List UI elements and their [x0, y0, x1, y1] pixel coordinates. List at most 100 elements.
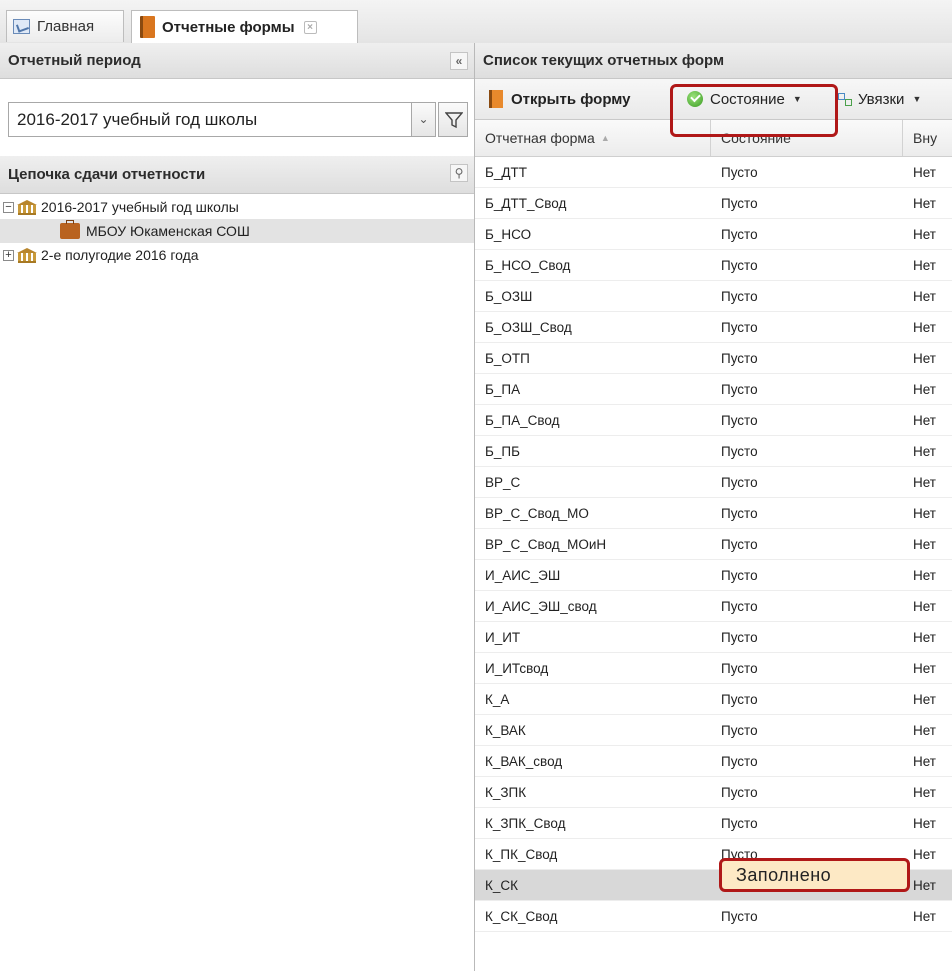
table-cell-ext: Нет [913, 784, 936, 800]
table-cell-form: Б_НСО [485, 226, 532, 242]
column-header-ext[interactable]: Вну [903, 120, 952, 156]
table-cell-state: Пусто [721, 443, 758, 459]
tree-item[interactable]: МБОУ Юкаменская СОШ [0, 219, 474, 243]
table-cell-ext: Нет [913, 753, 936, 769]
close-icon[interactable]: × [303, 20, 317, 34]
tree-item[interactable]: − 2016-2017 учебный год школы [0, 195, 474, 219]
binoculars-icon[interactable]: ⚲ [450, 164, 468, 182]
table-row[interactable]: Б_ПБ Пусто Нет [475, 436, 952, 467]
expand-tree-icon[interactable]: + [3, 249, 14, 261]
collapse-left-button[interactable]: « [450, 52, 468, 70]
table-cell-form: ВР_С_Свод_МО [485, 505, 589, 521]
table-cell-ext: Нет [913, 629, 936, 645]
table-cell-form: Б_ДТТ_Свод [485, 195, 567, 211]
table-cell-state: Пусто [721, 350, 758, 366]
table-cell-ext: Нет [913, 722, 936, 738]
table-row[interactable]: Б_ОТП Пусто Нет [475, 343, 952, 374]
table-cell-state: Пусто [721, 598, 758, 614]
table-cell-ext: Нет [913, 815, 936, 831]
filter-icon [445, 112, 463, 129]
tab-report-forms[interactable]: Отчетные формы × [131, 10, 358, 43]
table-cell-form: К_СК_Свод [485, 908, 558, 924]
table-cell-form: ВР_С_Свод_МОиН [485, 536, 607, 552]
table-row[interactable]: К_ВАК_свод Пусто Нет [475, 746, 952, 777]
table-row[interactable]: ВР_С Пусто Нет [475, 467, 952, 498]
table-row[interactable]: Б_ОЗШ_Свод Пусто Нет [475, 312, 952, 343]
table-cell-form: Б_ПА [485, 381, 521, 397]
table-row[interactable]: К_А Пусто Нет [475, 684, 952, 715]
table-row[interactable]: И_АИС_ЭШ Пусто Нет [475, 560, 952, 591]
table-row[interactable]: Б_ДТТ_Свод Пусто Нет [475, 188, 952, 219]
table-cell-state: Пусто [721, 505, 758, 521]
book-icon [140, 16, 155, 38]
table-cell-ext: Нет [913, 257, 936, 273]
table-cell-form: И_ИТсвод [485, 660, 549, 676]
table-row[interactable]: Б_ДТТ Пусто Нет [475, 157, 952, 188]
form-icon [489, 90, 503, 108]
table-row[interactable]: ВР_С_Свод_МОиН Пусто Нет [475, 529, 952, 560]
tab-bar: Главная Отчетные формы × [0, 0, 952, 44]
table-cell-form: К_А [485, 691, 510, 707]
table-row[interactable]: Б_НСО Пусто Нет [475, 219, 952, 250]
tree-item[interactable]: + 2-е полугодие 2016 года [0, 243, 474, 267]
table-row[interactable]: Б_ПА_Свод Пусто Нет [475, 405, 952, 436]
state-button-highlight [670, 84, 838, 137]
period-combo[interactable]: 2016-2017 учебный год школы [8, 102, 412, 137]
links-button[interactable]: Увязки ▼ [837, 79, 921, 119]
chain-title: Цепочка сдачи отчетности [8, 166, 206, 183]
table-cell-ext: Нет [913, 567, 936, 583]
table-cell-ext: Нет [913, 288, 936, 304]
table-row[interactable]: Б_НСО_Свод Пусто Нет [475, 250, 952, 281]
table-cell-form: ВР_С [485, 474, 521, 490]
table-cell-form: К_ЗПК_Свод [485, 815, 566, 831]
table-cell-form: Б_НСО_Свод [485, 257, 571, 273]
open-form-button[interactable]: Открыть форму [489, 79, 631, 119]
table-cell-state: Пусто [721, 257, 758, 273]
table-row[interactable]: Б_ОЗШ Пусто Нет [475, 281, 952, 312]
table-cell-state: Пусто [721, 908, 758, 924]
forms-panel-header: Список текущих отчетных форм [475, 43, 952, 79]
table-row[interactable]: К_ЗПК Пусто Нет [475, 777, 952, 808]
collapse-tree-icon[interactable]: − [3, 201, 14, 213]
table-row[interactable]: К_СК_Свод Пусто Нет [475, 901, 952, 932]
filter-button[interactable] [438, 102, 468, 137]
table-row[interactable]: К_ЗПК_Свод Пусто Нет [475, 808, 952, 839]
table-cell-form: К_ЗПК [485, 784, 527, 800]
table-cell-state: Пусто [721, 660, 758, 676]
tree-item-label: 2-е полугодие 2016 года [41, 247, 199, 263]
table-row[interactable]: И_АИС_ЭШ_свод Пусто Нет [475, 591, 952, 622]
grid-body: Б_ДТТ Пусто Нет Б_ДТТ_Свод Пусто Нет Б_НСО Пуст… [475, 157, 952, 932]
left-panel: Отчетный период « 2016-2017 учебный год … [0, 43, 475, 971]
table-cell-form: И_ИТ [485, 629, 521, 645]
table-cell-state: Пусто [721, 381, 758, 397]
table-cell-state: Пусто [721, 412, 758, 428]
table-row[interactable]: И_ИТ Пусто Нет [475, 622, 952, 653]
table-cell-state: Пусто [721, 195, 758, 211]
filled-state-callout: Заполнено [719, 858, 910, 892]
institution-icon [17, 247, 37, 263]
dropdown-arrow-icon: ▼ [912, 94, 922, 104]
table-cell-ext: Нет [913, 164, 936, 180]
forms-title: Список текущих отчетных форм [483, 52, 725, 69]
tab-home-label: Главная [37, 18, 95, 35]
table-cell-state: Пусто [721, 319, 758, 335]
table-row[interactable]: К_ВАК Пусто Нет [475, 715, 952, 746]
table-cell-ext: Нет [913, 319, 936, 335]
tab-report-forms-label: Отчетные формы [162, 18, 295, 36]
briefcase-icon [60, 220, 80, 239]
table-row[interactable]: ВР_С_Свод_МО Пусто Нет [475, 498, 952, 529]
table-cell-form: Б_ПА_Свод [485, 412, 560, 428]
table-cell-form: Б_ОЗШ_Свод [485, 319, 572, 335]
table-cell-form: И_АИС_ЭШ [485, 567, 561, 583]
sort-asc-icon: ▲ [600, 133, 610, 143]
period-dropdown-button[interactable]: ⌄ [412, 102, 436, 137]
tab-home[interactable]: Главная [6, 10, 124, 42]
table-row[interactable]: Б_ПА Пусто Нет [475, 374, 952, 405]
table-row[interactable]: И_ИТсвод Пусто Нет [475, 653, 952, 684]
table-cell-ext: Нет [913, 505, 936, 521]
table-cell-state: Пусто [721, 629, 758, 645]
table-cell-ext: Нет [913, 195, 936, 211]
table-cell-ext: Нет [913, 226, 936, 242]
table-cell-state: Пусто [721, 536, 758, 552]
period-value: 2016-2017 учебный год школы [17, 109, 258, 129]
